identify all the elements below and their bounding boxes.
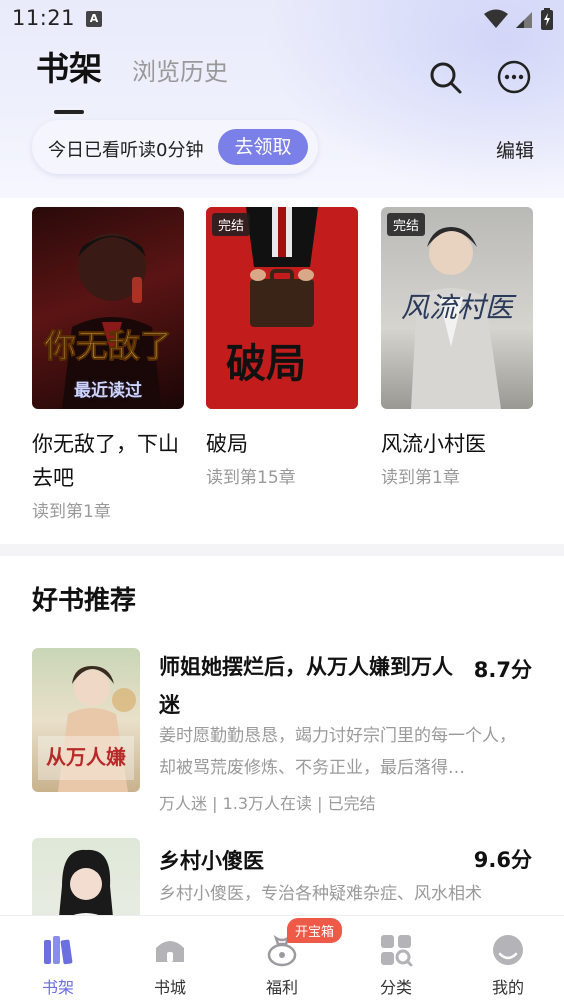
recommend-item[interactable]: 乡村小傻医 9.6分 乡村小傻医，专治各种疑难杂症、风水相术 <box>32 838 532 982</box>
battery-icon <box>541 8 553 30</box>
nav-store[interactable]: 书城 <box>130 932 210 998</box>
book-title: 你无敌了，下山去吧 <box>32 432 179 490</box>
store-icon <box>156 941 184 962</box>
open-treasure-badge[interactable]: 开宝箱 <box>287 918 343 943</box>
shelf-book[interactable]: 风流村医 完结 风流小村医 读到第1章 <box>381 207 533 488</box>
more-options-icon[interactable] <box>496 59 532 95</box>
recently-read-label: 最近读过 <box>74 381 142 401</box>
recommend-section-title: 好书推荐 <box>32 586 137 616</box>
profile-icon <box>493 935 523 965</box>
svg-text:从万人嫌: 从万人嫌 <box>46 745 126 769</box>
cover-title-art: 破局 <box>226 340 306 387</box>
bottom-navigation: 书架 书城 福利 分类 我的 <box>0 915 564 1004</box>
nav-category[interactable]: 分类 <box>356 932 436 998</box>
shelf-book[interactable]: 你无敌了 最近读过 你无敌了，下山去吧 读到第1章 <box>32 207 184 522</box>
section-divider <box>0 544 564 556</box>
nav-bookshelf[interactable]: 书架 <box>18 932 98 998</box>
status-time: 11:21 <box>12 6 76 30</box>
book-progress: 读到第1章 <box>32 502 111 522</box>
completed-badge: 完结 <box>387 213 426 236</box>
nav-label: 书城 <box>153 978 186 997</box>
recommend-item[interactable]: 从万人嫌 师姐她摆烂后，从万人嫌到万人迷 8.7分 姜时愿勤勤恳恳，竭力讨好宗门… <box>32 648 532 818</box>
nav-label: 福利 <box>265 978 298 997</box>
search-icon[interactable] <box>426 58 464 96</box>
book-progress: 读到第15章 <box>206 468 296 488</box>
book-score: 8.7分 <box>473 658 532 682</box>
book-description: 乡村小傻医，专治各种疑难杂症、风水相术 <box>159 884 482 904</box>
notification-icon: A <box>86 11 102 27</box>
reading-time-promo: 今日已看听读0分钟 去领取 <box>32 120 318 174</box>
book-title: 乡村小傻医 <box>159 849 264 873</box>
cover-art: 破局 <box>206 207 358 409</box>
tab-browse-history[interactable]: 浏览历史 <box>132 52 228 87</box>
book-progress: 读到第1章 <box>381 468 460 488</box>
wifi-icon <box>484 9 508 28</box>
cover-art: 风流村医 <box>401 227 517 409</box>
status-icons <box>484 8 554 30</box>
completed-badge: 完结 <box>212 213 251 236</box>
book-cover[interactable]: 风流村医 完结 <box>381 207 533 409</box>
book-description: 姜时愿勤勤恳恳，竭力讨好宗门里的每一个人，却被骂荒废修炼、不务正业，最后落得… <box>159 726 516 778</box>
book-title: 破局 <box>206 432 248 456</box>
book-cover[interactable]: 破局 完结 <box>206 207 358 409</box>
cover-title-art: 风流村医 <box>401 291 517 324</box>
active-tab-indicator <box>54 110 84 114</box>
book-cover[interactable]: 你无敌了 最近读过 <box>32 207 184 409</box>
book-score: 9.6分 <box>473 848 532 872</box>
nav-label: 分类 <box>379 978 412 997</box>
nav-label: 书架 <box>41 978 74 997</box>
status-bar: 11:21 A <box>0 0 564 38</box>
nav-profile[interactable]: 我的 <box>468 932 548 998</box>
promo-text: 今日已看听读0分钟 <box>48 140 204 161</box>
nav-label: 我的 <box>491 978 524 997</box>
book-title: 师姐她摆烂后，从万人嫌到万人迷 <box>159 655 453 717</box>
signal-icon <box>516 12 532 28</box>
bookshelf-icon <box>44 936 73 965</box>
book-cover[interactable]: 从万人嫌 <box>32 648 140 792</box>
cover-art: 从万人嫌 <box>38 666 136 792</box>
claim-reward-button[interactable]: 去领取 <box>218 129 308 165</box>
category-icon <box>381 935 413 967</box>
edit-button[interactable]: 编辑 <box>496 136 534 163</box>
book-title: 风流小村医 <box>381 432 486 456</box>
tab-bookshelf[interactable]: 书架 <box>36 42 102 90</box>
shelf-book[interactable]: 破局 完结 破局 读到第15章 <box>206 207 358 488</box>
book-meta: 万人迷 | 1.3万人在读 | 已完结 <box>159 794 376 813</box>
cover-title-art: 你无敌了 <box>43 327 172 365</box>
